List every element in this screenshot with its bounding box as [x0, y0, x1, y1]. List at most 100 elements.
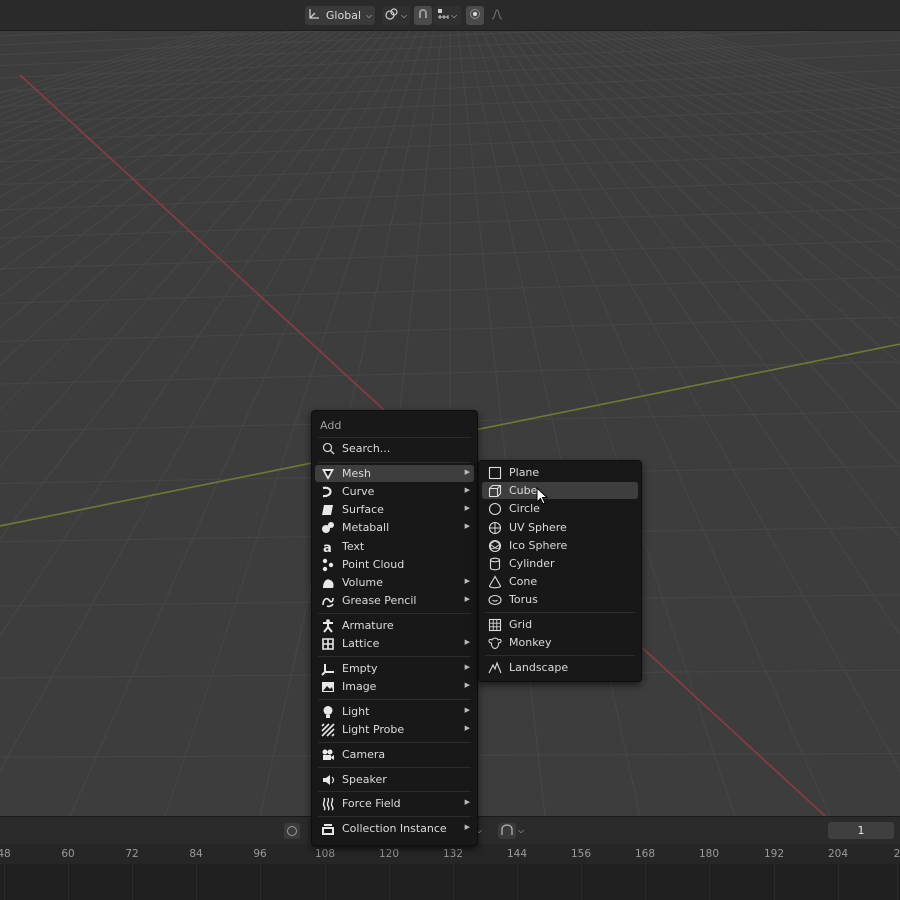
menu-item-label: Landscape	[509, 661, 569, 674]
add-menu-item-mesh[interactable]: Mesh ▶	[315, 465, 474, 482]
grid-icon	[488, 618, 502, 632]
auto-keying-toggle[interactable]	[498, 823, 516, 839]
add-menu-item-metaball[interactable]: Metaball ▶	[315, 519, 474, 536]
submenu-arrow-icon: ▶	[464, 798, 470, 806]
mesh-menu-item-cone[interactable]: Cone	[482, 573, 638, 590]
timeline-grid-line	[68, 864, 69, 900]
add-menu-item-force-field[interactable]: Force Field ▶	[315, 795, 474, 812]
transform-orientation-dropdown[interactable]: Global ⌵	[305, 6, 375, 25]
timeline-tick-label: 2	[893, 848, 900, 860]
add-menu-item-text[interactable]: a Text	[315, 538, 474, 555]
add-menu-item-point-cloud[interactable]: Point Cloud	[315, 556, 474, 573]
search-label: Search...	[342, 442, 391, 455]
monkey-icon	[488, 636, 502, 650]
search-item[interactable]: Search...	[315, 440, 474, 457]
chevron-down-icon[interactable]: ⌵	[518, 823, 530, 839]
snap-target-dropdown[interactable]: ⌵	[433, 6, 461, 25]
submenu-arrow-icon: ▶	[464, 486, 470, 494]
keyframe-toggle[interactable]	[284, 823, 300, 839]
chevron-down-icon[interactable]: ⌵	[476, 823, 490, 839]
lattice-icon	[321, 637, 335, 651]
point-cloud-icon	[321, 558, 335, 572]
record-icon	[287, 826, 297, 836]
add-menu-item-collection-instance[interactable]: Collection Instance ▶	[315, 820, 474, 837]
text-icon: a	[321, 540, 335, 554]
timeline-grid-line	[838, 864, 839, 900]
mesh-menu-item-cube[interactable]: Cube	[482, 482, 638, 499]
timeline-tick-label: 144	[506, 848, 528, 860]
separator	[485, 655, 635, 656]
snap-toggle[interactable]	[414, 6, 432, 25]
mesh-submenu: Plane Cube Circle UV Sphere Ico Sphere Cylind…	[478, 460, 642, 682]
svg-text:a: a	[323, 541, 332, 554]
pivot-point-icon	[385, 8, 399, 23]
mesh-menu-item-uv-sphere[interactable]: UV Sphere	[482, 519, 638, 536]
menu-item-label: Surface	[342, 503, 384, 516]
timeline-tick-label: 180	[698, 848, 720, 860]
add-menu-item-volume[interactable]: Volume ▶	[315, 574, 474, 591]
add-menu-item-armature[interactable]: Armature	[315, 617, 474, 634]
camera-icon	[321, 748, 335, 762]
mesh-menu-item-grid[interactable]: Grid	[482, 616, 638, 633]
snap-increment-icon	[437, 8, 449, 23]
add-menu-item-speaker[interactable]: Speaker	[315, 771, 474, 788]
menu-item-label: Speaker	[342, 773, 387, 786]
add-menu-item-image[interactable]: Image ▶	[315, 678, 474, 695]
separator	[318, 767, 471, 768]
torus-icon	[488, 593, 502, 607]
mesh-menu-item-torus[interactable]: Torus	[482, 591, 638, 608]
add-menu-item-empty[interactable]: Empty ▶	[315, 660, 474, 677]
timeline-grid-line	[132, 864, 133, 900]
current-frame-field[interactable]: 1	[828, 822, 894, 839]
timeline-tick-label: 192	[763, 848, 785, 860]
menu-item-label: Cube	[509, 484, 538, 497]
mesh-menu-item-cylinder[interactable]: Cylinder	[482, 555, 638, 572]
mesh-menu-item-circle[interactable]: Circle	[482, 500, 638, 517]
mouse-cursor-icon	[536, 487, 549, 505]
separator	[318, 437, 471, 438]
separator	[318, 613, 471, 614]
add-menu-item-lattice[interactable]: Lattice ▶	[315, 635, 474, 652]
menu-item-label: Force Field	[342, 797, 401, 810]
separator	[318, 699, 471, 700]
menu-item-label: Grease Pencil	[342, 594, 417, 607]
add-menu-item-camera[interactable]: Camera	[315, 746, 474, 763]
volume-icon	[321, 576, 335, 590]
pivot-point-dropdown[interactable]: ⌵	[382, 6, 410, 25]
timeline-tick-label: 204	[827, 848, 849, 860]
proportional-editing-toggle[interactable]	[466, 6, 484, 25]
timeline-tick-label: 60	[61, 848, 75, 860]
add-menu-item-light-probe[interactable]: Light Probe ▶	[315, 721, 474, 738]
menu-item-label: Mesh	[342, 467, 371, 480]
armature-icon	[321, 618, 335, 633]
menu-item-label: Monkey	[509, 636, 552, 649]
add-menu-item-curve[interactable]: Curve ▶	[315, 483, 474, 500]
mesh-menu-item-monkey[interactable]: Monkey	[482, 634, 638, 651]
add-menu-item-surface[interactable]: Surface ▶	[315, 501, 474, 518]
falloff-dropdown[interactable]	[486, 6, 508, 25]
transform-orientation-icon	[308, 8, 320, 23]
menu-item-label: Plane	[509, 466, 540, 479]
mesh-menu-item-landscape[interactable]: Landscape	[482, 659, 638, 676]
separator	[318, 656, 471, 657]
timeline-grid-line	[517, 864, 518, 900]
timeline-ruler[interactable]: 48 60 72 84 96 108 120 132 144 156 168 180 192 204 2	[0, 844, 900, 864]
add-menu-item-light[interactable]: Light ▶	[315, 703, 474, 720]
add-menu: Add Search... Mesh ▶ Curve ▶ Surface ▶ Metabal…	[311, 410, 478, 846]
separator	[318, 462, 471, 463]
menu-item-label: Lattice	[342, 637, 380, 650]
force-field-icon	[321, 797, 335, 811]
image-icon	[321, 680, 335, 694]
add-menu-item-grease-pencil[interactable]: Grease Pencil ▶	[315, 592, 474, 609]
grease-pencil-icon	[321, 594, 335, 608]
chevron-down-icon: ⌵	[450, 10, 458, 20]
submenu-arrow-icon: ▶	[464, 663, 470, 671]
submenu-arrow-icon: ▶	[464, 823, 470, 831]
timeline-area[interactable]	[0, 864, 900, 900]
mesh-menu-item-ico-sphere[interactable]: Ico Sphere	[482, 537, 638, 554]
timeline-grid-line	[453, 864, 454, 900]
mesh-menu-item-plane[interactable]: Plane	[482, 464, 638, 481]
light-icon	[321, 705, 335, 719]
menu-item-label: Camera	[342, 748, 386, 761]
separator	[485, 612, 635, 613]
